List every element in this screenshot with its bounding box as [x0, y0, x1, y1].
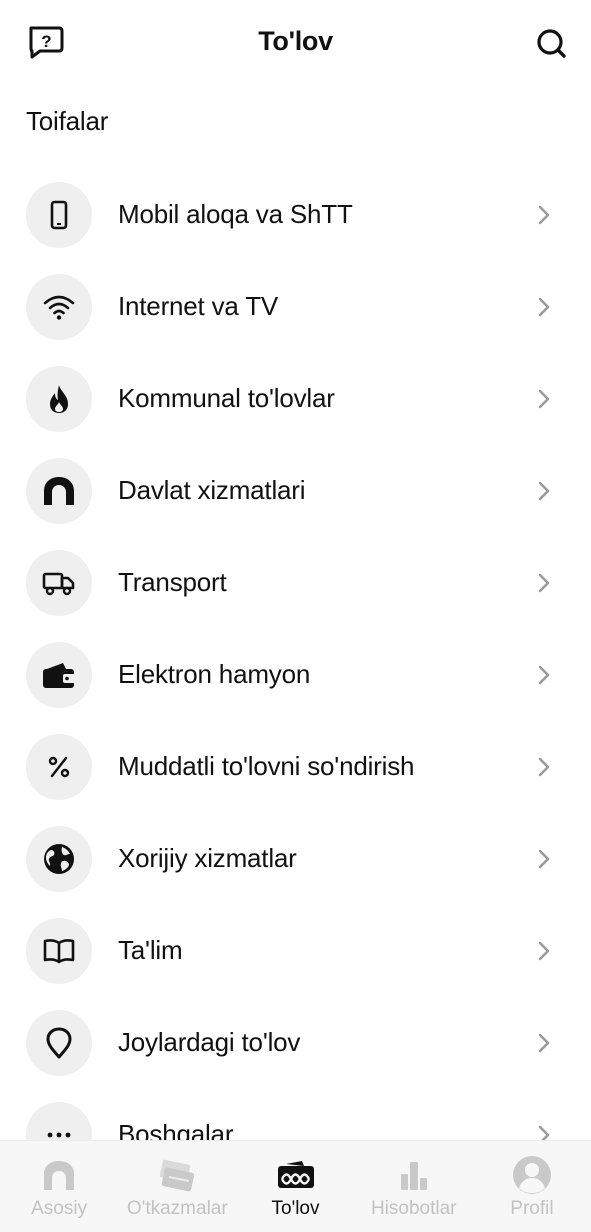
chevron-right-icon	[538, 1033, 550, 1053]
header: ? To'lov	[0, 0, 591, 86]
category-education[interactable]: Ta'lim	[0, 904, 591, 996]
category-transport[interactable]: Transport	[0, 536, 591, 628]
search-button[interactable]	[532, 24, 572, 64]
nav-home[interactable]: Asosiy	[0, 1141, 118, 1232]
category-label: Ta'lim	[118, 935, 183, 965]
nav-label: To'lov	[271, 1198, 320, 1219]
chevron-right-icon	[538, 757, 550, 777]
nav-label: Hisobotlar	[370, 1198, 457, 1219]
bar-chart-icon	[400, 1162, 427, 1190]
truck-icon	[42, 572, 75, 596]
nav-label: O'tkazmalar	[126, 1198, 228, 1219]
category-mobile[interactable]: Mobil aloqa va ShTT	[0, 168, 591, 260]
nav-reports[interactable]: Hisobotlar	[355, 1141, 473, 1232]
arch-icon	[44, 477, 74, 505]
category-label: Mobil aloqa va ShTT	[118, 199, 353, 229]
category-label: Davlat xizmatlari	[118, 475, 306, 505]
chevron-right-icon	[538, 573, 550, 593]
chevron-right-icon	[538, 389, 550, 409]
category-government[interactable]: Davlat xizmatlari	[0, 444, 591, 536]
home-icon	[44, 1161, 75, 1190]
page-title: To'lov	[258, 26, 333, 56]
smartphone-icon	[50, 200, 68, 230]
category-label: Internet va TV	[118, 291, 279, 321]
category-label: Muddatli to'lovni so'ndirish	[118, 751, 415, 781]
globe-icon	[44, 844, 74, 874]
payment-icon	[277, 1161, 314, 1188]
search-icon	[537, 29, 566, 58]
category-label: Xorijiy xizmatlar	[118, 843, 297, 873]
category-e-wallet[interactable]: Elektron hamyon	[0, 628, 591, 720]
category-label: Joylardagi to'lov	[118, 1027, 301, 1057]
nav-payment[interactable]: To'lov	[236, 1141, 354, 1232]
nav-label: Asosiy	[31, 1198, 88, 1219]
nav-profile[interactable]: Profil	[473, 1141, 591, 1232]
payment-screen: ? To'lov Toifalar Mobil aloqa va ShTT In…	[0, 0, 591, 1232]
chevron-right-icon	[538, 297, 550, 317]
book-icon	[43, 939, 75, 964]
cards-icon	[160, 1159, 195, 1192]
profile-icon	[512, 1156, 551, 1194]
nav-transfers[interactable]: O'tkazmalar	[118, 1141, 236, 1232]
nav-label: Profil	[510, 1198, 554, 1219]
wifi-icon	[43, 295, 75, 320]
section-title: Toifalar	[26, 106, 109, 136]
category-label: Kommunal to'lovlar	[118, 383, 335, 413]
category-list: Mobil aloqa va ShTT Internet va TV Kommu…	[0, 168, 591, 1180]
category-installment[interactable]: Muddatli to'lovni so'ndirish	[0, 720, 591, 812]
wallet-icon	[43, 663, 75, 688]
category-utilities[interactable]: Kommunal to'lovlar	[0, 352, 591, 444]
category-local-payment[interactable]: Joylardagi to'lov	[0, 996, 591, 1088]
flame-icon	[50, 385, 68, 413]
category-foreign[interactable]: Xorijiy xizmatlar	[0, 812, 591, 904]
percent-icon	[48, 756, 70, 778]
category-label: Elektron hamyon	[118, 659, 311, 689]
chevron-right-icon	[538, 205, 550, 225]
chevron-right-icon	[538, 481, 550, 501]
category-label: Transport	[118, 567, 227, 597]
chevron-right-icon	[538, 849, 550, 869]
location-pin-icon	[46, 1027, 72, 1059]
category-internet[interactable]: Internet va TV	[0, 260, 591, 352]
bottom-navigation: Asosiy O'tkazmalar To'lov Hisobotlar Pro…	[0, 1140, 591, 1232]
chevron-right-icon	[538, 665, 550, 685]
chevron-right-icon	[538, 941, 550, 961]
